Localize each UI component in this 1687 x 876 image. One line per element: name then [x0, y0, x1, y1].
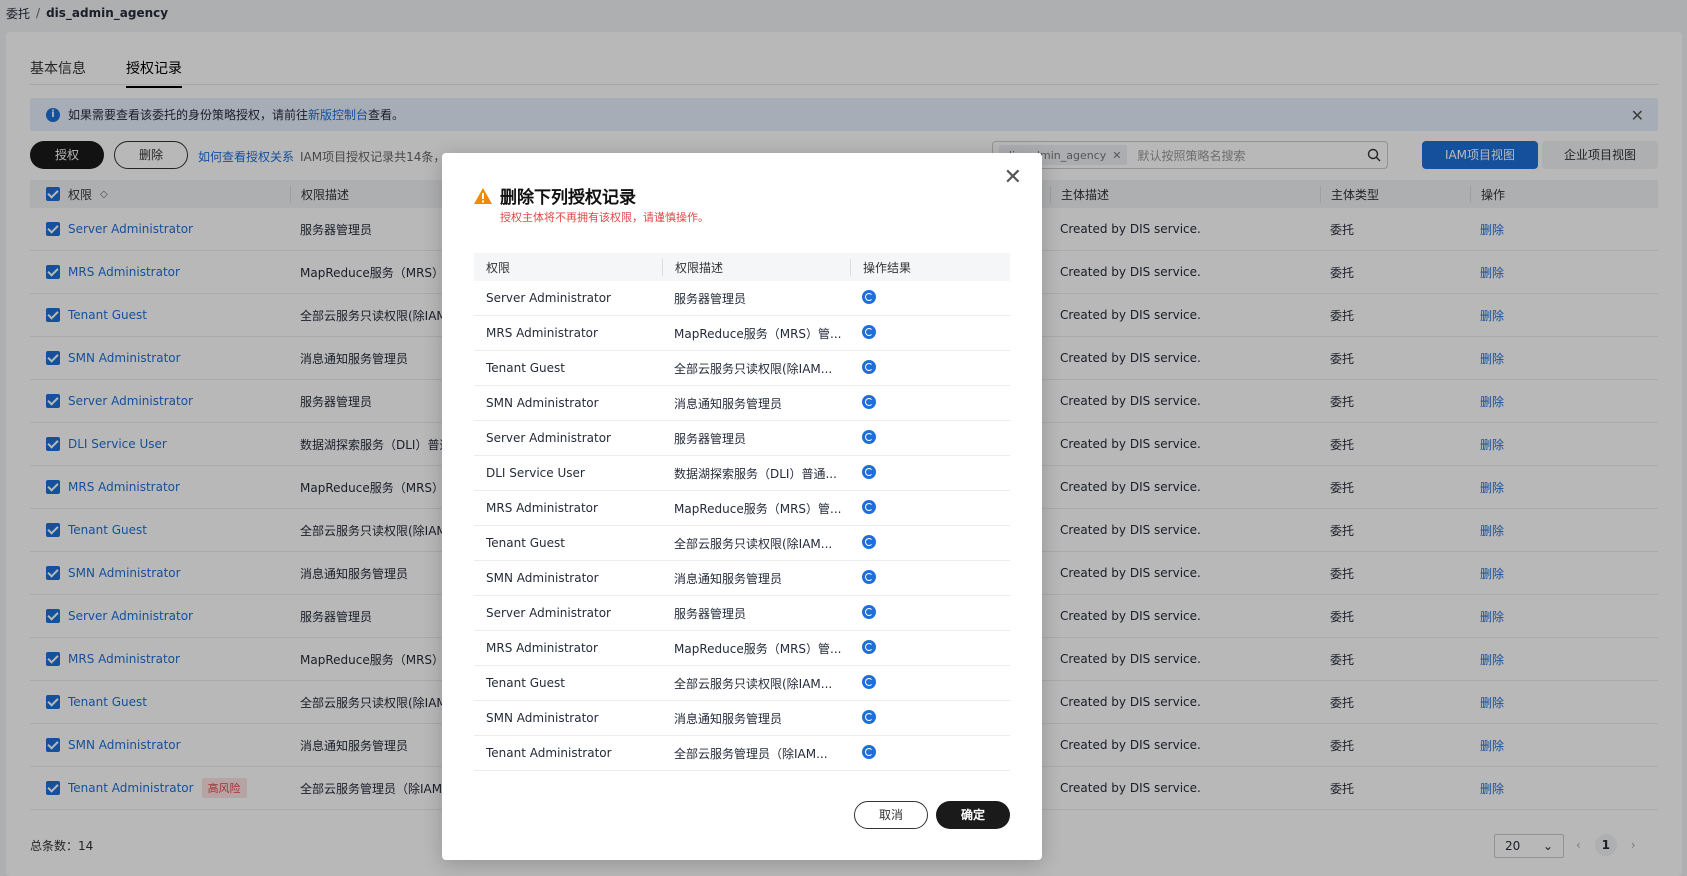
dialog-table-row: Tenant Guest 全部云服务只读权限(除IAM...: [474, 666, 1010, 701]
dialog-cell-result: [850, 569, 1010, 587]
dialog-cell-desc: 消息通知服务管理员: [674, 711, 783, 726]
dialog-table-row: SMN Administrator 消息通知服务管理员: [474, 561, 1010, 596]
loading-icon: [862, 324, 876, 339]
dialog-cell-result: [850, 639, 1010, 657]
cancel-button[interactable]: 取消: [854, 801, 928, 829]
dialog-cell-permission: SMN Administrator: [486, 571, 599, 585]
dialog-cell-permission: MRS Administrator: [486, 501, 598, 515]
dialog-cell-desc: 服务器管理员: [674, 291, 747, 306]
dialog-cell-desc: MapReduce服务（MRS）管...: [674, 501, 842, 516]
dialog-cell-permission: Server Administrator: [486, 606, 611, 620]
dialog-cell-permission: Server Administrator: [486, 291, 611, 305]
confirm-button[interactable]: 确定: [936, 801, 1010, 829]
delete-confirm-dialog: ✕ 删除下列授权记录 授权主体将不再拥有该权限，请谨慎操作。 权限 权限描述 操…: [442, 153, 1042, 860]
loading-icon: [862, 394, 876, 409]
dialog-cell-desc: 服务器管理员: [674, 431, 747, 446]
dialog-subtitle: 授权主体将不再拥有该权限，请谨慎操作。: [500, 211, 709, 224]
dialog-cell-result: [850, 464, 1010, 482]
loading-icon: [862, 359, 876, 374]
dialog-cell-desc: 全部云服务只读权限(除IAM...: [674, 361, 833, 376]
dialog-table-row: Tenant Guest 全部云服务只读权限(除IAM...: [474, 526, 1010, 561]
dialog-table-row: Server Administrator 服务器管理员: [474, 421, 1010, 456]
dialog-cell-result: [850, 394, 1010, 412]
dialog-cell-desc: 全部云服务只读权限(除IAM...: [674, 536, 833, 551]
dialog-table: 权限 权限描述 操作结果 Server Administrator 服务器管理员 M…: [474, 253, 1010, 771]
dialog-table-row: Tenant Administrator 全部云服务管理员（除IAM...: [474, 736, 1010, 771]
loading-icon: [862, 464, 876, 479]
dialog-header-permission: 权限: [486, 260, 511, 275]
dialog-cell-permission: Tenant Guest: [486, 676, 566, 690]
dialog-table-row: SMN Administrator 消息通知服务管理员: [474, 701, 1010, 736]
dialog-cell-desc: 全部云服务只读权限(除IAM...: [674, 676, 833, 691]
dialog-close-icon[interactable]: ✕: [1004, 167, 1022, 189]
dialog-cell-permission: SMN Administrator: [486, 396, 599, 410]
dialog-table-row: Tenant Guest 全部云服务只读权限(除IAM...: [474, 351, 1010, 386]
dialog-table-row: MRS Administrator MapReduce服务（MRS）管...: [474, 631, 1010, 666]
dialog-cell-permission: Server Administrator: [486, 431, 611, 445]
dialog-cell-desc: MapReduce服务（MRS）管...: [674, 641, 842, 656]
dialog-cell-result: [850, 324, 1010, 342]
dialog-table-body: Server Administrator 服务器管理员 MRS Administra…: [474, 281, 1010, 771]
loading-icon: [862, 709, 876, 724]
dialog-table-row: MRS Administrator MapReduce服务（MRS）管...: [474, 316, 1010, 351]
loading-icon: [862, 429, 876, 444]
dialog-cell-result: [850, 744, 1010, 762]
dialog-cell-desc: MapReduce服务（MRS）管...: [674, 326, 842, 341]
dialog-cell-result: [850, 534, 1010, 552]
dialog-header-desc: 权限描述: [662, 258, 850, 276]
loading-icon: [862, 744, 876, 759]
dialog-cell-desc: 服务器管理员: [674, 606, 747, 621]
dialog-cell-result: [850, 289, 1010, 307]
dialog-cell-desc: 数据湖探索服务（DLI）普通...: [674, 466, 837, 481]
dialog-cell-result: [850, 499, 1010, 517]
dialog-table-row: Server Administrator 服务器管理员: [474, 281, 1010, 316]
dialog-cell-result: [850, 674, 1010, 692]
dialog-cell-permission: Tenant Guest: [486, 536, 566, 550]
dialog-cell-permission: MRS Administrator: [486, 641, 598, 655]
loading-icon: [862, 534, 876, 549]
dialog-cell-result: [850, 604, 1010, 622]
dialog-cell-permission: DLI Service User: [486, 466, 585, 480]
dialog-cell-permission: SMN Administrator: [486, 711, 599, 725]
dialog-table-row: Server Administrator 服务器管理员: [474, 596, 1010, 631]
loading-icon: [862, 569, 876, 584]
warning-icon: [474, 187, 492, 204]
dialog-table-header: 权限 权限描述 操作结果: [474, 253, 1010, 281]
dialog-title-text: 删除下列授权记录: [500, 188, 636, 208]
dialog-cell-result: [850, 709, 1010, 727]
dialog-cell-permission: Tenant Guest: [486, 361, 566, 375]
dialog-cell-result: [850, 429, 1010, 447]
dialog-cell-desc: 消息通知服务管理员: [674, 571, 783, 586]
dialog-title: 删除下列授权记录: [474, 183, 636, 208]
loading-icon: [862, 499, 876, 514]
loading-icon: [862, 289, 876, 304]
dialog-cell-result: [850, 359, 1010, 377]
dialog-table-row: MRS Administrator MapReduce服务（MRS）管...: [474, 491, 1010, 526]
dialog-cell-desc: 消息通知服务管理员: [674, 396, 783, 411]
loading-icon: [862, 674, 876, 689]
dialog-cell-desc: 全部云服务管理员（除IAM...: [674, 746, 828, 761]
dialog-table-row: DLI Service User 数据湖探索服务（DLI）普通...: [474, 456, 1010, 491]
dialog-header-result: 操作结果: [850, 258, 1010, 276]
loading-icon: [862, 639, 876, 654]
dialog-cell-permission: Tenant Administrator: [486, 746, 612, 760]
dialog-cell-permission: MRS Administrator: [486, 326, 598, 340]
loading-icon: [862, 604, 876, 619]
dialog-table-row: SMN Administrator 消息通知服务管理员: [474, 386, 1010, 421]
